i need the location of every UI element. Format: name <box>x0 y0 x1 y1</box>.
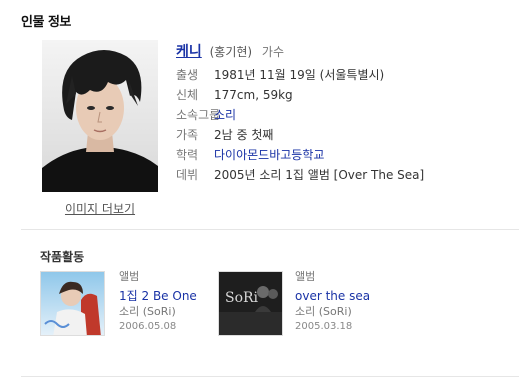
person-info-list: 출생 1981년 11월 19일 (서울특별시) 신체 177cm, 59kg 소속… <box>176 68 424 188</box>
school-link[interactable]: 다이아몬드바고등학교 <box>214 148 324 162</box>
group-link[interactable]: 소리 <box>214 108 236 122</box>
info-label: 학력 <box>176 148 199 162</box>
info-row-body: 신체 177cm, 59kg <box>176 88 424 108</box>
album-artist: 소리 (SoRi) <box>295 305 352 318</box>
person-realname: (홍기현) <box>209 45 253 59</box>
album-cover[interactable] <box>40 271 105 336</box>
album-kind: 앨범 <box>295 270 316 283</box>
person-name-row: 케니 (홍기현) 가수 <box>176 41 284 61</box>
album-cover-image: SoRi <box>219 272 282 335</box>
info-row-family: 가족 2남 중 첫째 <box>176 128 424 148</box>
info-value: 1981년 11월 19일 (서울특별시) <box>214 68 385 82</box>
album-kind: 앨범 <box>119 270 140 283</box>
info-label: 출생 <box>176 68 199 82</box>
person-name-link[interactable]: 케니 <box>176 44 202 60</box>
album-info: 앨범 1집 2 Be One 소리 (SoRi) 2006.05.08 <box>119 269 197 334</box>
info-row-debut: 데뷔 2005년 소리 1집 앨범 [Over The Sea] <box>176 168 424 188</box>
album-artist: 소리 (SoRi) <box>119 305 176 318</box>
info-label: 데뷔 <box>176 168 199 182</box>
info-row-group: 소속그룹소리 <box>176 108 424 128</box>
info-value: 2005년 소리 1집 앨범 [Over The Sea] <box>214 168 425 182</box>
info-label: 가족 <box>176 128 199 142</box>
album-info: 앨범 over the sea 소리 (SoRi) 2005.03.18 <box>295 269 370 334</box>
album-date: 2005.03.18 <box>295 321 353 332</box>
bottom-divider <box>21 376 519 377</box>
profile-photo-image <box>42 40 158 192</box>
album-cover-image <box>41 272 104 335</box>
more-images-link[interactable]: 이미지 더보기 <box>42 200 158 217</box>
album-cover[interactable]: SoRi <box>218 271 283 336</box>
info-row-birth: 출생 1981년 11월 19일 (서울특별시) <box>176 68 424 88</box>
info-row-education: 학력 다이아몬드바고등학교 <box>176 148 424 168</box>
info-value: 2남 중 첫째 <box>214 128 274 142</box>
info-value: 177cm, 59kg <box>214 88 293 102</box>
profile-photo[interactable] <box>42 40 158 192</box>
person-occupation: 가수 <box>261 45 284 59</box>
album-logo-text: SoRi <box>225 290 259 306</box>
works-title: 작품활동 <box>40 250 85 264</box>
info-label: 소속그룹 <box>176 108 221 122</box>
section-title: 인물 정보 <box>21 15 71 30</box>
album-title-link[interactable]: over the sea <box>295 288 370 304</box>
album-title-link[interactable]: 1집 2 Be One <box>119 288 197 304</box>
section-divider <box>21 229 519 230</box>
info-label: 신체 <box>176 88 199 102</box>
album-date: 2006.05.08 <box>119 321 177 332</box>
